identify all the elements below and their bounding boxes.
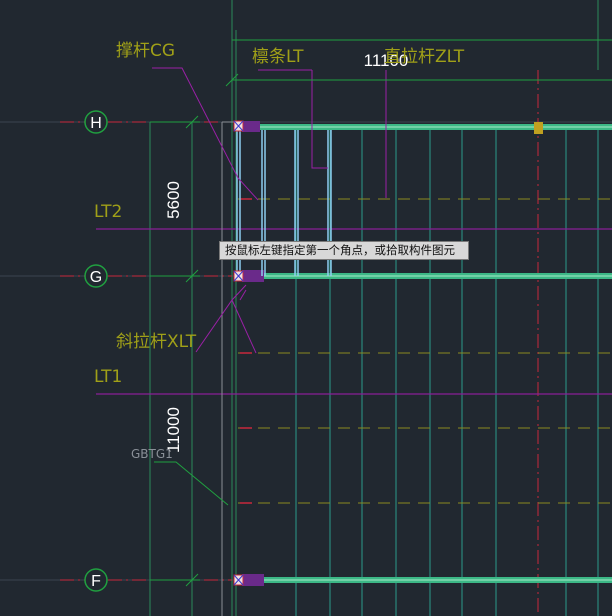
leader-lines xyxy=(152,67,387,354)
axis-bubble-H[interactable]: H xyxy=(84,110,108,134)
axis-label-G: G xyxy=(90,269,102,286)
label-lt1: LT1 xyxy=(94,367,122,387)
axis-bubble-F[interactable]: F xyxy=(84,568,108,592)
cad-canvas[interactable]: H G F 11100 5600 11000 撑杆CG 檩条LT 直拉杆ZLT … xyxy=(0,0,612,616)
axis-label-F: F xyxy=(91,573,101,590)
dim-H-to-G: 5600 xyxy=(164,181,183,219)
label-lt2: LT2 xyxy=(94,202,122,222)
vertical-grid-lines xyxy=(149,0,599,616)
background-grid-lines xyxy=(0,121,612,581)
label-straight-tie: 直拉杆ZLT xyxy=(384,47,465,67)
label-gbtg: GBTG1 xyxy=(131,447,173,461)
gbtg-leader xyxy=(154,461,229,506)
label-strut: 撑杆CG xyxy=(116,41,175,61)
teal-girder-lines xyxy=(295,128,599,616)
command-prompt-tooltip: 按鼠标左键指定第一个角点，或拾取构件图元 xyxy=(219,241,469,260)
axis-label-H: H xyxy=(90,115,102,132)
label-purlin: 檩条LT xyxy=(252,47,304,67)
axis-bubble-G[interactable]: G xyxy=(84,264,108,288)
label-diagonal-tie: 斜拉杆XLT xyxy=(116,332,197,352)
